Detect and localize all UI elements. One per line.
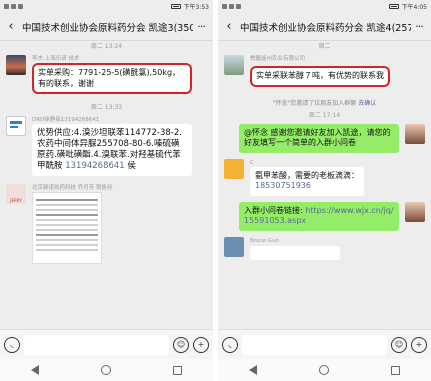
- message-bubble[interactable]: 优势供应:4.溴沙坦联苯114772-38-2.农药中间体异脲255708-80…: [32, 124, 192, 176]
- notification-icon: [229, 4, 234, 9]
- sender-name: DRD徐静茹13194268641: [32, 117, 100, 123]
- avatar[interactable]: [6, 116, 26, 136]
- confirm-link[interactable]: 去确认: [358, 100, 376, 107]
- status-time: 下午3:53: [183, 4, 209, 11]
- system-notice-text: "怀念"您邀请了位朋友加入群聊: [272, 99, 357, 107]
- timestamp: 周二: [318, 43, 331, 50]
- avatar[interactable]: [6, 55, 26, 75]
- emoji-icon[interactable]: ☺: [173, 336, 189, 353]
- plus-icon[interactable]: +: [411, 336, 427, 353]
- nav-recent-icon[interactable]: [391, 365, 400, 375]
- chat-list[interactable]: 周二 13:24 李杰 上海乐研 技术 实单采购：7791-25-5(磺酰氯),…: [0, 41, 213, 329]
- input-bar: ◟ ☺ +: [0, 329, 213, 359]
- battery-icon: [388, 4, 399, 9]
- document-image[interactable]: [32, 192, 102, 264]
- status-time: 下午4:05: [401, 4, 427, 11]
- message-text: 侯: [127, 161, 136, 171]
- chat-title: 中国技术创业协会原料药分会 凯途4(257): [240, 22, 411, 34]
- chat-message: 李杰 上海乐研 技术 实单采购：7791-25-5(磺酰氯),50kg，有的联系…: [0, 53, 213, 96]
- status-bar: 下午3:53: [0, 0, 213, 13]
- sender-name: Bruce Guo: [250, 237, 279, 244]
- left-phone-screen: 下午3:53 ‹ 中国技术创业协会原料药分会 凯途3(350) ··· 周二 1…: [0, 0, 213, 381]
- chat-header: ‹ 中国技术创业协会原料药分会 凯途3(350) ···: [0, 13, 213, 41]
- message-input[interactable]: [242, 334, 387, 355]
- system-nav-bar: [218, 359, 431, 381]
- status-bar: 下午4:05: [218, 0, 431, 13]
- more-icon[interactable]: ···: [193, 20, 209, 33]
- chat-list[interactable]: 周二 懋磊能州农业有限公司 实单采联苯醇７吨，有优势的联系我 "怀念"您邀请了位…: [218, 41, 431, 329]
- chat-message: JERRY 北京颖诺凯药科技 乔月芳 销售经: [0, 182, 213, 266]
- timestamp: 周二 17:14: [308, 111, 341, 119]
- emoji-icon[interactable]: ☺: [391, 336, 407, 353]
- nav-recent-icon[interactable]: [173, 365, 182, 375]
- avatar[interactable]: [405, 201, 425, 222]
- more-icon[interactable]: ···: [411, 20, 427, 33]
- message-bubble[interactable]: 实单采购：7791-25-5(磺酰氯),50kg，有的联系，谢谢: [32, 63, 192, 94]
- nav-back-icon[interactable]: [249, 365, 257, 375]
- voice-icon[interactable]: ◟: [222, 336, 238, 353]
- sender-name: 北京颖诺凯药科技 乔月芳 销售经: [32, 185, 113, 191]
- avatar[interactable]: [405, 123, 425, 144]
- battery-icon: [170, 4, 181, 9]
- chat-message: 懋磊能州农业有限公司 实单采联苯醇７吨，有优势的联系我: [218, 53, 431, 89]
- chat-message: DRD徐静茹13194268641 优势供应:4.溴沙坦联苯114772-38-…: [0, 114, 213, 178]
- back-arrow-icon[interactable]: ‹: [222, 19, 236, 34]
- right-phone-screen: 下午4:05 ‹ 中国技术创业协会原料药分会 凯途4(257) ··· 周二 懋…: [218, 0, 431, 381]
- back-arrow-icon[interactable]: ‹: [4, 19, 18, 34]
- message-text: 入群小问卷链接:: [244, 205, 303, 215]
- notification-icon: [18, 4, 23, 9]
- timestamp: 周二 13:24: [90, 43, 123, 50]
- message-input[interactable]: [24, 334, 169, 355]
- timestamp: 周二 13:33: [90, 104, 123, 111]
- avatar[interactable]: [224, 55, 244, 75]
- avatar-label: JERRY: [10, 198, 22, 203]
- sender-name: 李杰 上海乐研 技术: [32, 56, 80, 62]
- chat-message: Bruce Guo: [218, 235, 431, 266]
- message-bubble[interactable]: [250, 245, 340, 260]
- avatar[interactable]: [224, 158, 244, 179]
- notification-icon: [236, 4, 241, 9]
- notification-icon: [4, 4, 9, 9]
- avatar[interactable]: JERRY: [6, 184, 26, 204]
- nav-home-icon[interactable]: [101, 365, 111, 375]
- chat-message: 入群小问卷链接: https://www.wjx.cn/jq/15591053.…: [218, 200, 431, 233]
- notification-icon: [222, 4, 227, 9]
- input-bar: ◟ ☺ +: [218, 329, 431, 359]
- phone-link[interactable]: 13194268641: [65, 161, 125, 171]
- chat-header: ‹ 中国技术创业协会原料药分会 凯途4(257) ···: [218, 13, 431, 41]
- chat-message: C 氨甲苯酸，需要的老板滴滴： 18530751936: [218, 157, 431, 198]
- nav-back-icon[interactable]: [31, 365, 39, 375]
- message-text: 氨甲苯酸，需要的老板滴滴：: [255, 170, 359, 180]
- chat-message: @怀念 感谢您邀请好友加入凯途，请您的好友填写一个简单的入群小问卷: [218, 122, 431, 155]
- sender-name: 懋磊能州农业有限公司: [250, 56, 306, 62]
- avatar[interactable]: [224, 236, 244, 257]
- system-notice: "怀念"您邀请了位朋友加入群聊 去确认: [218, 95, 431, 110]
- nav-home-icon[interactable]: [319, 365, 329, 375]
- phone-link[interactable]: 18530751936: [255, 181, 311, 190]
- message-bubble[interactable]: 实单采联苯醇７吨，有优势的联系我: [250, 66, 390, 87]
- company-logo-icon: [10, 121, 22, 128]
- notification-icon: [11, 4, 16, 9]
- message-bubble[interactable]: @怀念 感谢您邀请好友加入凯途，请您的好友填写一个简单的入群小问卷: [239, 123, 399, 153]
- system-nav-bar: [0, 359, 213, 381]
- message-bubble[interactable]: 氨甲苯酸，需要的老板滴滴： 18530751936: [250, 166, 364, 196]
- voice-icon[interactable]: ◟: [4, 336, 20, 353]
- chat-title: 中国技术创业协会原料药分会 凯途3(350): [22, 22, 193, 34]
- sender-name: C: [250, 159, 254, 166]
- message-bubble[interactable]: 入群小问卷链接: https://www.wjx.cn/jq/15591053.…: [239, 201, 399, 231]
- plus-icon[interactable]: +: [193, 336, 209, 353]
